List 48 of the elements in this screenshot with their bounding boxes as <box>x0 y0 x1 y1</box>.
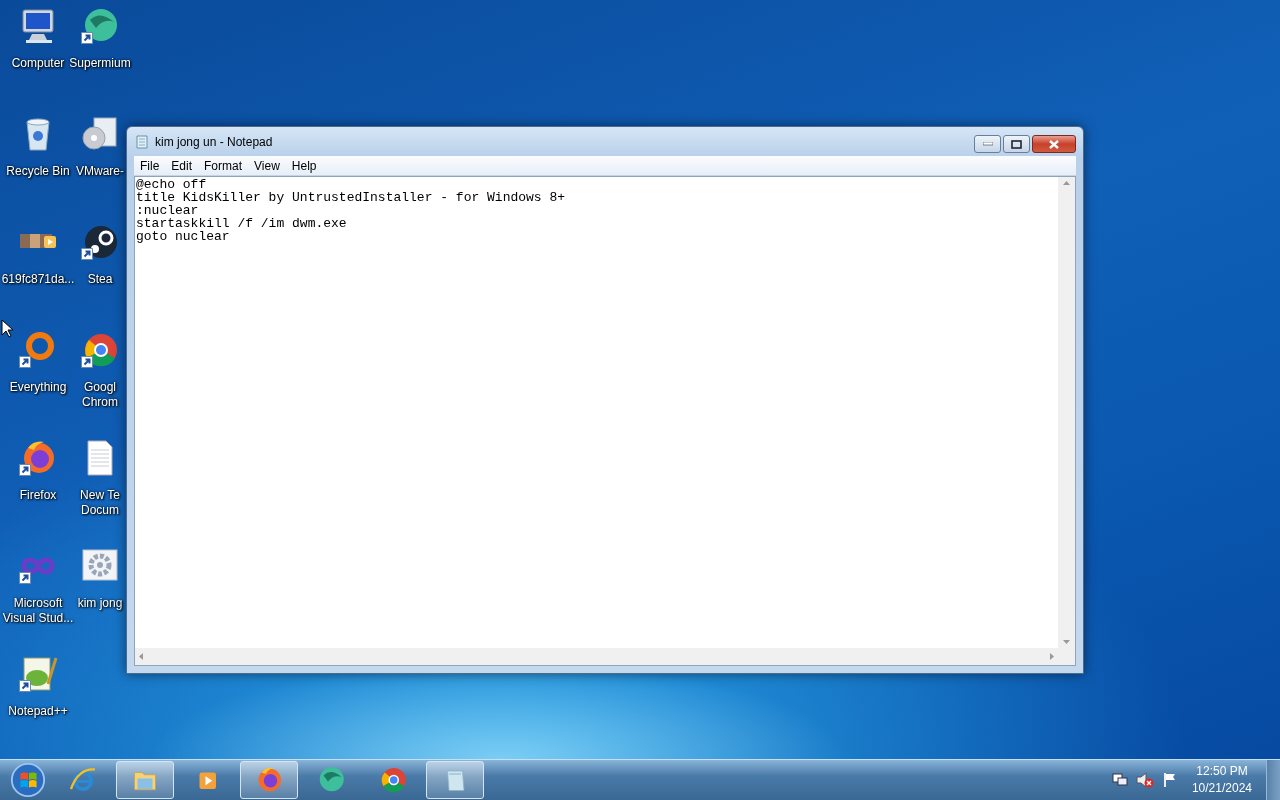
text-line: @echo off <box>136 178 208 191</box>
horizontal-scrollbar[interactable] <box>135 648 1058 665</box>
taskbar-button[interactable] <box>116 761 174 799</box>
close-icon <box>1048 138 1060 150</box>
maximize-icon <box>1011 139 1022 149</box>
close-button[interactable] <box>1032 135 1076 153</box>
network-icon[interactable] <box>1111 772 1128 788</box>
desktop-icon-label[interactable]: Stea <box>87 272 113 287</box>
start-orb-icon <box>9 761 47 799</box>
desktop-icon-label[interactable]: Firefox <box>19 488 57 503</box>
scroll-left-arrow-icon[interactable] <box>139 653 143 660</box>
scroll-up-arrow-icon[interactable] <box>1063 181 1070 185</box>
menu-item[interactable]: View <box>248 158 286 173</box>
minimize-icon <box>982 142 993 146</box>
desktop-icon-label[interactable]: kim jong <box>77 596 123 611</box>
desktop-icon-label[interactable]: VMware- <box>76 164 124 179</box>
desktop-icon-label[interactable]: Recycle Bin <box>6 164 70 179</box>
scroll-right-arrow-icon[interactable] <box>1050 653 1054 660</box>
window-title: kim jong un - Notepad <box>155 134 274 149</box>
notepad-app-icon <box>134 133 150 150</box>
menu-item[interactable]: Format <box>198 158 249 173</box>
desktop-icon-label[interactable]: Everything <box>9 380 67 395</box>
menu-item[interactable]: File <box>134 158 166 173</box>
flag-icon[interactable] <box>1161 772 1178 788</box>
menu-item[interactable]: Edit <box>165 158 199 173</box>
maximize-button[interactable] <box>1003 135 1030 153</box>
text-line: :nuclear <box>136 204 200 217</box>
desktop-icon-label[interactable]: Notepad++ <box>8 704 68 719</box>
clock-date[interactable]: 10/21/2024 <box>1191 780 1252 797</box>
vertical-scrollbar[interactable] <box>1058 177 1075 648</box>
desktop-icon-label[interactable]: Supermium <box>69 56 131 71</box>
taskbar-button[interactable] <box>426 761 484 799</box>
desktop-icon-label[interactable]: Computer <box>11 56 65 71</box>
clock-time[interactable]: 12:50 PM <box>1191 763 1252 780</box>
show-desktop-button[interactable] <box>1266 760 1280 800</box>
desktop-icon-label[interactable]: Googl Chrom <box>82 380 118 410</box>
desktop-icon-label[interactable]: New Te Docum <box>80 488 120 518</box>
muted-speaker-icon[interactable] <box>1135 772 1154 788</box>
menu-item[interactable]: Help <box>285 158 323 173</box>
mouse-pointer-icon <box>1 319 13 338</box>
minimize-button[interactable] <box>974 135 1001 153</box>
scroll-down-arrow-icon[interactable] <box>1063 640 1070 644</box>
text-line: title KidsKiller by UntrustedInstaller - for Windows 8+ <box>136 191 567 204</box>
text-line: startaskkill /f /im dwm.exe <box>136 217 348 230</box>
text-line: goto nuclear <box>136 230 231 243</box>
desktop-icon-label[interactable]: 619fc871da... <box>1 272 75 287</box>
taskbar-button[interactable] <box>240 761 298 799</box>
desktop-icon-label[interactable]: Microsoft Visual Stud... <box>2 596 74 626</box>
